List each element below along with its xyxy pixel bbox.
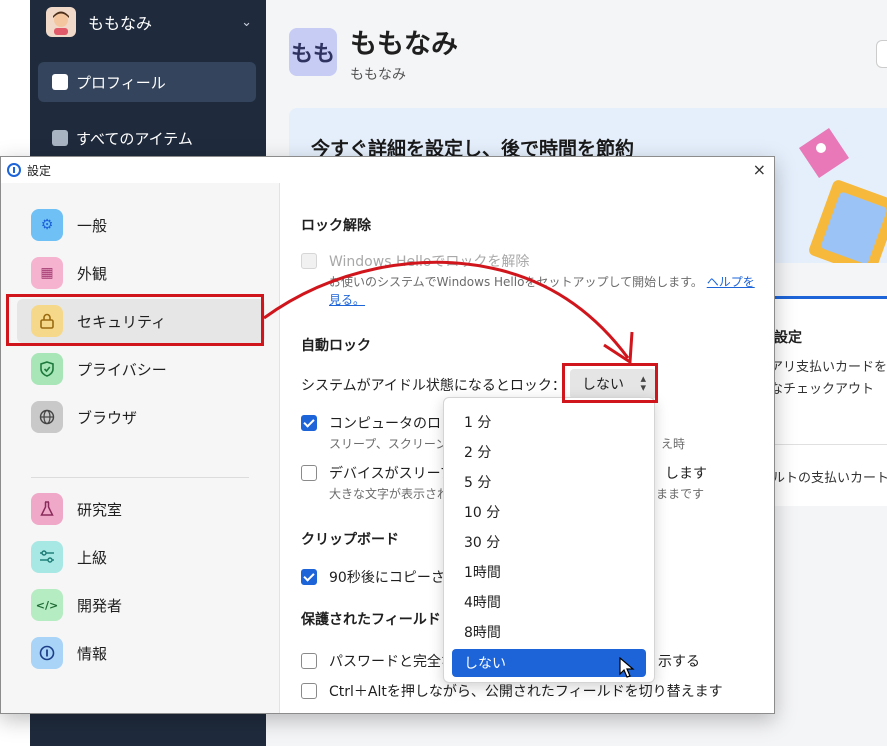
settings-categories: ⚙ 一般 ▦ 外観 セキュリティ プライバシー ブラウザ 研究室 上級 </> … — [1, 183, 280, 713]
vault-icon: もも — [289, 28, 337, 76]
windows-hello-label: Windows Helloでロックを解除 — [329, 254, 530, 270]
account-switcher[interactable]: ももなみ ⌄ — [46, 6, 252, 38]
sleep-label: デバイスがスリープ — [329, 466, 454, 482]
category-labs[interactable]: 研究室 — [17, 487, 265, 531]
header-button[interactable] — [876, 40, 887, 68]
sleep-sub: 大きな文字が表示され — [329, 487, 450, 501]
lock-on-computer-label: コンピュータのロッ — [329, 416, 455, 432]
category-general[interactable]: ⚙ 一般 — [17, 203, 265, 247]
nav-profile-label: プロフィール — [76, 73, 166, 92]
payment-card-panel: 設定 アリ支払いカードを なチェックアウト 。 ルトの支払いカート — [760, 296, 887, 506]
code-icon: </> — [31, 589, 63, 621]
lock-on-computer-sub: スリープ、スクリーン — [329, 437, 448, 451]
close-icon[interactable]: × — [753, 160, 766, 179]
category-appearance[interactable]: ▦ 外観 — [17, 251, 265, 295]
shield-icon — [31, 353, 63, 385]
profile-icon — [52, 74, 68, 90]
items-icon — [52, 130, 68, 146]
windows-hello-checkbox[interactable] — [301, 253, 317, 269]
account-name: ももなみ — [88, 14, 153, 33]
payment-card-text: アリ支払いカードを なチェックアウト 。 — [770, 360, 887, 419]
globe-icon — [31, 401, 63, 433]
idle-lock-dropdown: 1 分 2 分 5 分 10 分 30 分 1時間 4時間 8時間 しない — [443, 397, 655, 683]
nav-profile[interactable]: プロフィール — [38, 62, 256, 102]
password-reveal-row[interactable]: パスワードと完全な — [301, 651, 455, 671]
idle-lock-label: システムがアイドル状態になるとロック： — [301, 378, 566, 394]
dialog-title: 設定 — [27, 163, 52, 178]
category-label: 開発者 — [77, 596, 123, 615]
sleep-row[interactable]: デバイスがスリープ — [301, 463, 454, 483]
payment-card-footer: ルトの支払いカート — [772, 471, 887, 486]
payment-card-title: 設定 — [774, 330, 802, 346]
flask-icon — [31, 493, 63, 525]
sliders-icon — [31, 541, 63, 573]
option-30min[interactable]: 30 分 — [452, 528, 646, 556]
category-developer[interactable]: </> 開発者 — [17, 583, 265, 627]
option-never[interactable]: しない — [452, 649, 646, 677]
password-reveal-checkbox[interactable] — [301, 653, 317, 669]
select-highlight-box — [562, 363, 658, 403]
category-advanced[interactable]: 上級 — [17, 535, 265, 579]
avatar — [46, 7, 76, 37]
app-logo-icon — [7, 163, 21, 177]
category-label: 外観 — [77, 264, 108, 283]
nav-all-items[interactable]: すべてのアイテム — [38, 118, 256, 158]
help-link-2[interactable]: 見る。 — [329, 293, 365, 307]
category-browser[interactable]: ブラウザ — [17, 395, 265, 439]
clipboard-label: 90秒後にコピーさ — [329, 570, 445, 586]
windows-hello-row[interactable]: Windows Helloでロックを解除 — [301, 251, 529, 271]
option-2min[interactable]: 2 分 — [452, 438, 646, 466]
nav-all-items-label: すべてのアイテム — [76, 129, 193, 148]
category-label: 情報 — [77, 644, 108, 663]
vault-title: ももなみ — [350, 29, 458, 60]
unlock-heading: ロック解除 — [301, 218, 371, 234]
settings-dialog: 設定 × ⚙ 一般 ▦ 外観 セキュリティ プライバシー ブラウザ 研究室 上級… — [0, 156, 775, 714]
clipboard-row[interactable]: 90秒後にコピーさ — [301, 567, 445, 587]
help-link-cont: 見る。 — [329, 291, 365, 308]
clipboard-heading: クリップボード — [301, 532, 399, 548]
protected-heading: 保護されたフィールド — [301, 612, 441, 628]
category-label: 上級 — [77, 548, 108, 567]
option-1hour[interactable]: 1時間 — [452, 558, 646, 586]
windows-hello-help: お使いのシステムでWindows Helloをセットアップして開始します。 ヘル… — [329, 275, 755, 289]
category-label: 一般 — [77, 216, 108, 235]
autolock-heading: 自動ロック — [301, 338, 371, 354]
option-1min[interactable]: 1 分 — [452, 408, 646, 436]
mouse-cursor-icon — [619, 657, 635, 678]
dialog-titlebar: 設定 × — [1, 157, 774, 183]
ctrl-alt-label: Ctrl＋Altを押しながら、公開されたフィールドを切り替えます — [329, 684, 723, 700]
password-reveal-label: パスワードと完全な — [329, 654, 455, 670]
ctrl-alt-row[interactable]: Ctrl＋Altを押しながら、公開されたフィールドを切り替えます — [301, 681, 723, 701]
palette-icon: ▦ — [31, 257, 63, 289]
lock-on-computer-row[interactable]: コンピュータのロッ — [301, 413, 455, 433]
sleep-label-tail: します — [665, 466, 707, 482]
sleep-sub-tail: ままです — [656, 487, 705, 501]
password-reveal-tail: 示する — [658, 654, 700, 670]
option-4hours[interactable]: 4時間 — [452, 588, 646, 616]
idle-lock-row: システムがアイドル状態になるとロック： — [301, 375, 566, 395]
lock-on-computer-sub-tail: え時 — [661, 437, 686, 451]
info-icon — [31, 637, 63, 669]
option-5min[interactable]: 5 分 — [452, 468, 646, 496]
security-highlight-box — [6, 294, 264, 346]
ctrl-alt-checkbox[interactable] — [301, 683, 317, 699]
vault-subtitle: ももなみ — [350, 67, 406, 83]
category-divider — [31, 477, 249, 478]
category-label: プライバシー — [77, 360, 167, 379]
option-8hours[interactable]: 8時間 — [452, 618, 646, 646]
category-privacy[interactable]: プライバシー — [17, 347, 265, 391]
gear-icon: ⚙ — [31, 209, 63, 241]
lock-on-computer-checkbox[interactable] — [301, 415, 317, 431]
sleep-checkbox[interactable] — [301, 465, 317, 481]
clipboard-checkbox[interactable] — [301, 569, 317, 585]
option-10min[interactable]: 10 分 — [452, 498, 646, 526]
help-link[interactable]: ヘルプを — [707, 275, 755, 289]
category-about[interactable]: 情報 — [17, 631, 265, 675]
category-label: ブラウザ — [77, 408, 138, 427]
tags-illustration-icon — [799, 128, 887, 263]
category-label: 研究室 — [77, 500, 123, 519]
chevron-down-icon[interactable]: ⌄ — [241, 15, 252, 30]
